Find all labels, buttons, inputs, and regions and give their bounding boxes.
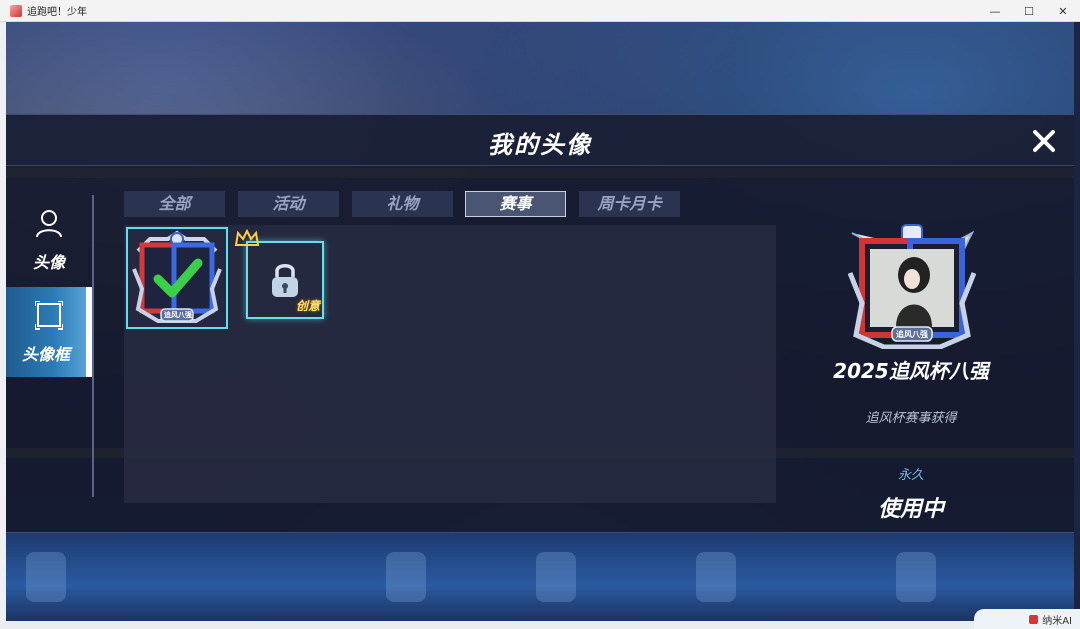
crown-icon: [234, 229, 260, 246]
close-icon[interactable]: [1032, 129, 1056, 153]
side-tab-label: 头像框: [21, 345, 70, 364]
ai-assistant-badge[interactable]: 纳米AI: [974, 609, 1080, 629]
user-icon: [36, 210, 62, 238]
game-scene: 我的头像 头像 头像框 全部 活动 礼物 赛事 周卡月卡 追风八强 创意 追风八…: [6, 22, 1074, 621]
minimize-button[interactable]: —: [978, 0, 1012, 22]
window-titlebar: 追跑吧！少年 — ☐ ✕: [0, 0, 1080, 22]
filter-tab-activity[interactable]: 活动: [238, 191, 339, 217]
taskbar-strip: [0, 621, 1080, 629]
window-close-button[interactable]: ✕: [1046, 0, 1080, 22]
frame-icon: [35, 301, 63, 330]
frame-source: 追风杯赛事获得: [865, 411, 957, 426]
frame-duration: 永久: [897, 468, 924, 483]
frame-grid: 追风八强 创意: [124, 225, 776, 503]
app-icon: [10, 4, 22, 17]
filter-tab-gift[interactable]: 礼物: [352, 191, 453, 217]
window-controls: — ☐ ✕: [978, 0, 1080, 22]
ai-logo-icon: [1029, 614, 1039, 624]
maximize-button[interactable]: ☐: [1012, 0, 1046, 22]
modal-header: 我的头像: [6, 115, 1074, 166]
preview-badge: 追风八强: [896, 330, 928, 339]
ai-label: 纳米AI: [1042, 615, 1072, 627]
frame-badge: 追风八强: [164, 311, 192, 319]
filter-tab-card[interactable]: 周卡月卡: [579, 191, 680, 217]
lock-icon: [272, 264, 298, 297]
side-tab-frame[interactable]: 头像框: [6, 287, 92, 377]
side-tab-label: 头像: [32, 253, 65, 272]
frame-status: 使用中: [877, 497, 944, 522]
frame-item-locked[interactable]: 创意: [234, 229, 324, 319]
frame-item-selected[interactable]: 追风八强: [126, 227, 228, 329]
window-title: 追跑吧！少年: [27, 7, 87, 18]
blurred-bottom-hud: [6, 532, 1074, 621]
creative-badge: 创意: [295, 299, 320, 313]
filter-tab-event[interactable]: 赛事: [465, 191, 566, 217]
side-tab-avatar[interactable]: 头像: [6, 195, 92, 285]
side-nav: 头像 头像框: [6, 195, 94, 497]
detail-preview: 追风八强: [847, 223, 977, 350]
modal-title: 我的头像: [488, 131, 592, 159]
frame-name: 2025追风杯八强: [833, 359, 989, 383]
avatar-modal: 我的头像 头像 头像框 全部 活动 礼物 赛事 周卡月卡 追风八强 创意 追风八…: [6, 114, 1074, 533]
filter-tab-all[interactable]: 全部: [124, 191, 225, 217]
